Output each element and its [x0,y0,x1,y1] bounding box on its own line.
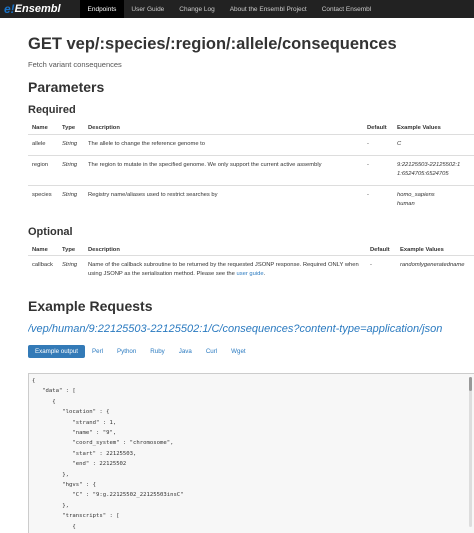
param-name: allele [28,133,58,155]
col-header-default: Default [363,123,393,135]
col-header-name: Name [28,123,58,135]
param-type: String [58,255,84,285]
table-row: allele String The allele to change the r… [28,133,474,155]
param-name: callback [28,255,58,285]
param-example-value: human [397,200,415,207]
nav-user-guide[interactable]: User Guide [124,0,172,18]
param-example: homo_sapiens human [393,184,474,215]
col-header-name: Name [28,244,58,256]
col-header-default: Default [366,244,396,256]
tab-java[interactable]: Java [172,345,199,358]
main-content: GET vep/:species/:region/:allele/consequ… [0,35,474,358]
tab-perl[interactable]: Perl [85,345,110,358]
param-description-text: Name of the callback subroutine to be re… [88,262,359,277]
top-navbar: e! Ensembl Endpoints User Guide Change L… [0,0,474,18]
param-example-value: 9:22125503-22125502:1 [397,161,461,168]
param-example-value: C [397,140,402,147]
page-subtitle: Fetch variant consequences [28,60,122,69]
param-type: String [58,184,84,215]
user-guide-link[interactable]: user guide [236,271,263,277]
param-default: - [363,184,393,215]
param-default: - [363,154,393,185]
tab-ruby[interactable]: Ruby [143,345,171,358]
scrollbar-thumb[interactable] [469,377,472,391]
tab-python[interactable]: Python [110,345,143,358]
param-example: 9:22125503-22125502:1 1:6524705:6524705 [393,154,474,185]
param-description: The region to mutate in the specified ge… [84,154,363,185]
optional-params-table: Name Type Description Default Example Va… [28,244,474,285]
required-heading: Required [28,104,76,116]
param-type: String [58,133,84,155]
param-description: Registry name/aliases used to restrict s… [84,184,363,215]
json-output: { "data" : [ { "location" : { "strand" :… [32,378,184,530]
param-example: randomlygeneratedname [396,255,474,285]
param-name: species [28,184,58,215]
col-header-type: Type [58,123,84,135]
param-example-value: 1:6524705:6524705 [397,170,449,177]
col-header-example-values: Example Values [393,123,474,135]
param-default: - [366,255,396,285]
col-header-example-values: Example Values [396,244,474,256]
page-title: GET vep/:species/:region/:allele/consequ… [28,35,397,53]
param-description-end: . [263,271,266,277]
param-example-value: homo_sapiens [397,191,435,198]
code-scrollbar[interactable] [469,377,472,527]
param-description: The allele to change the reference genom… [84,133,363,155]
example-output-code-block[interactable]: { "data" : [ { "location" : { "strand" :… [28,373,474,533]
ensembl-logo[interactable]: e! Ensembl [0,0,80,18]
tab-example-output[interactable]: Example output [28,345,85,358]
col-header-type: Type [58,244,84,256]
ensembl-logo-mark: e! [4,2,15,16]
param-name: region [28,154,58,185]
table-row: region String The region to mutate in th… [28,154,474,185]
col-header-description: Description [84,123,363,135]
optional-heading: Optional [28,225,73,238]
tab-wget[interactable]: Wget [224,345,252,358]
nav-endpoints[interactable]: Endpoints [80,0,124,18]
example-requests-heading: Example Requests [28,298,153,314]
param-description: Name of the callback subroutine to be re… [84,255,366,285]
required-params-table: Name Type Description Default Example Va… [28,123,474,215]
parameters-heading: Parameters [28,79,105,95]
ensembl-logo-text: Ensembl [14,3,61,15]
nav-about[interactable]: About the Ensembl Project [222,0,314,18]
table-row: species String Registry name/aliases use… [28,184,474,215]
table-row: callback String Name of the callback sub… [28,255,474,285]
col-header-description: Description [84,244,366,256]
param-type: String [58,154,84,185]
example-request-url[interactable]: /vep/human/9:22125503-22125502:1/C/conse… [28,323,474,335]
nav-change-log[interactable]: Change Log [172,0,222,18]
param-example: C [393,133,474,155]
language-tabs: Example output Perl Python Ruby Java Cur… [28,345,474,358]
tab-curl[interactable]: Curl [199,345,224,358]
param-default: - [363,133,393,155]
nav-contact[interactable]: Contact Ensembl [314,0,379,18]
